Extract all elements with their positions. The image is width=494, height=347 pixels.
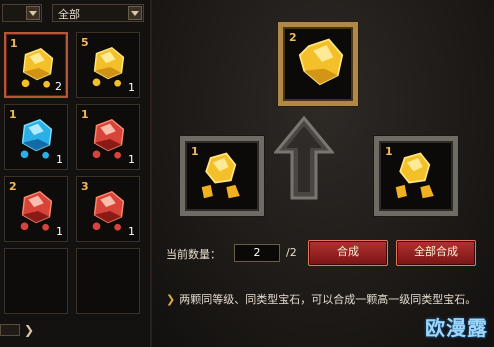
combine-button[interactable]: 合成 — [308, 240, 388, 266]
inventory-slot[interactable]: 21 — [4, 176, 68, 242]
inventory-scrollbar[interactable] — [0, 324, 20, 336]
category-filter-value: 全部 — [58, 8, 80, 21]
red-gem-icon — [92, 118, 125, 159]
gem-count: 2 — [55, 80, 62, 93]
type-filter-dropdown[interactable] — [2, 4, 42, 22]
category-filter-dropdown[interactable]: 全部 — [52, 4, 144, 22]
empty-inventory-slot[interactable] — [4, 248, 68, 314]
quantity-max: /2 — [286, 246, 297, 259]
yellow-gem-icon — [201, 152, 240, 199]
red-gem-icon — [20, 190, 53, 231]
empty-inventory-slot[interactable] — [76, 248, 140, 314]
inventory-slot[interactable]: 11 — [4, 104, 68, 170]
quantity-bar: 当前数量： 2 /2 合成 全部合成 — [162, 236, 482, 272]
arrow-up-icon — [274, 116, 334, 200]
inventory-slot[interactable]: 51 — [76, 32, 140, 98]
chevron-right-icon[interactable]: ❯ — [24, 323, 34, 337]
current-quantity-label: 当前数量： — [166, 248, 221, 261]
gem-count: 1 — [56, 153, 63, 166]
gem-count: 1 — [56, 225, 63, 238]
chevron-right-icon: ❯ — [166, 293, 176, 306]
left-input-gem-slot[interactable]: 1 — [180, 136, 264, 216]
result-gem-slot[interactable]: 2 — [278, 22, 358, 106]
yellow-gem-icon — [395, 152, 434, 199]
inventory-slot[interactable]: 11 — [76, 104, 140, 170]
gem-count: 1 — [128, 225, 135, 238]
inventory-slot[interactable]: 12 — [4, 32, 68, 98]
gold-gem-icon — [92, 46, 125, 87]
quantity-input[interactable]: 2 — [234, 244, 280, 262]
tip-text: 两颗同等级、同类型宝石，可以合成一颗高一级同类型宝石。 — [179, 293, 477, 306]
yellow-gem-icon — [298, 38, 344, 86]
right-input-gem-slot[interactable]: 1 — [374, 136, 458, 216]
gem-count: 1 — [128, 153, 135, 166]
blue-gem-icon — [20, 118, 53, 159]
gem-count: 1 — [128, 81, 135, 94]
watermark: 欧漫露 — [425, 316, 488, 340]
chevron-down-icon[interactable] — [26, 6, 40, 20]
inventory-slot[interactable]: 31 — [76, 176, 140, 242]
red-gem-icon — [92, 190, 125, 231]
gem-inventory-panel: 全部 125111112131 ❯ — [0, 0, 152, 347]
chevron-down-icon[interactable] — [128, 6, 142, 20]
combine-all-button[interactable]: 全部合成 — [396, 240, 476, 266]
gem-synthesis-panel: 2 1 1 当前数量： 2 /2 合成 全部合成 ❯ 两颗同等级、同类型宝石，可… — [152, 0, 494, 347]
synthesis-tip: ❯ 两颗同等级、同类型宝石，可以合成一颗高一级同类型宝石。 — [166, 292, 486, 308]
